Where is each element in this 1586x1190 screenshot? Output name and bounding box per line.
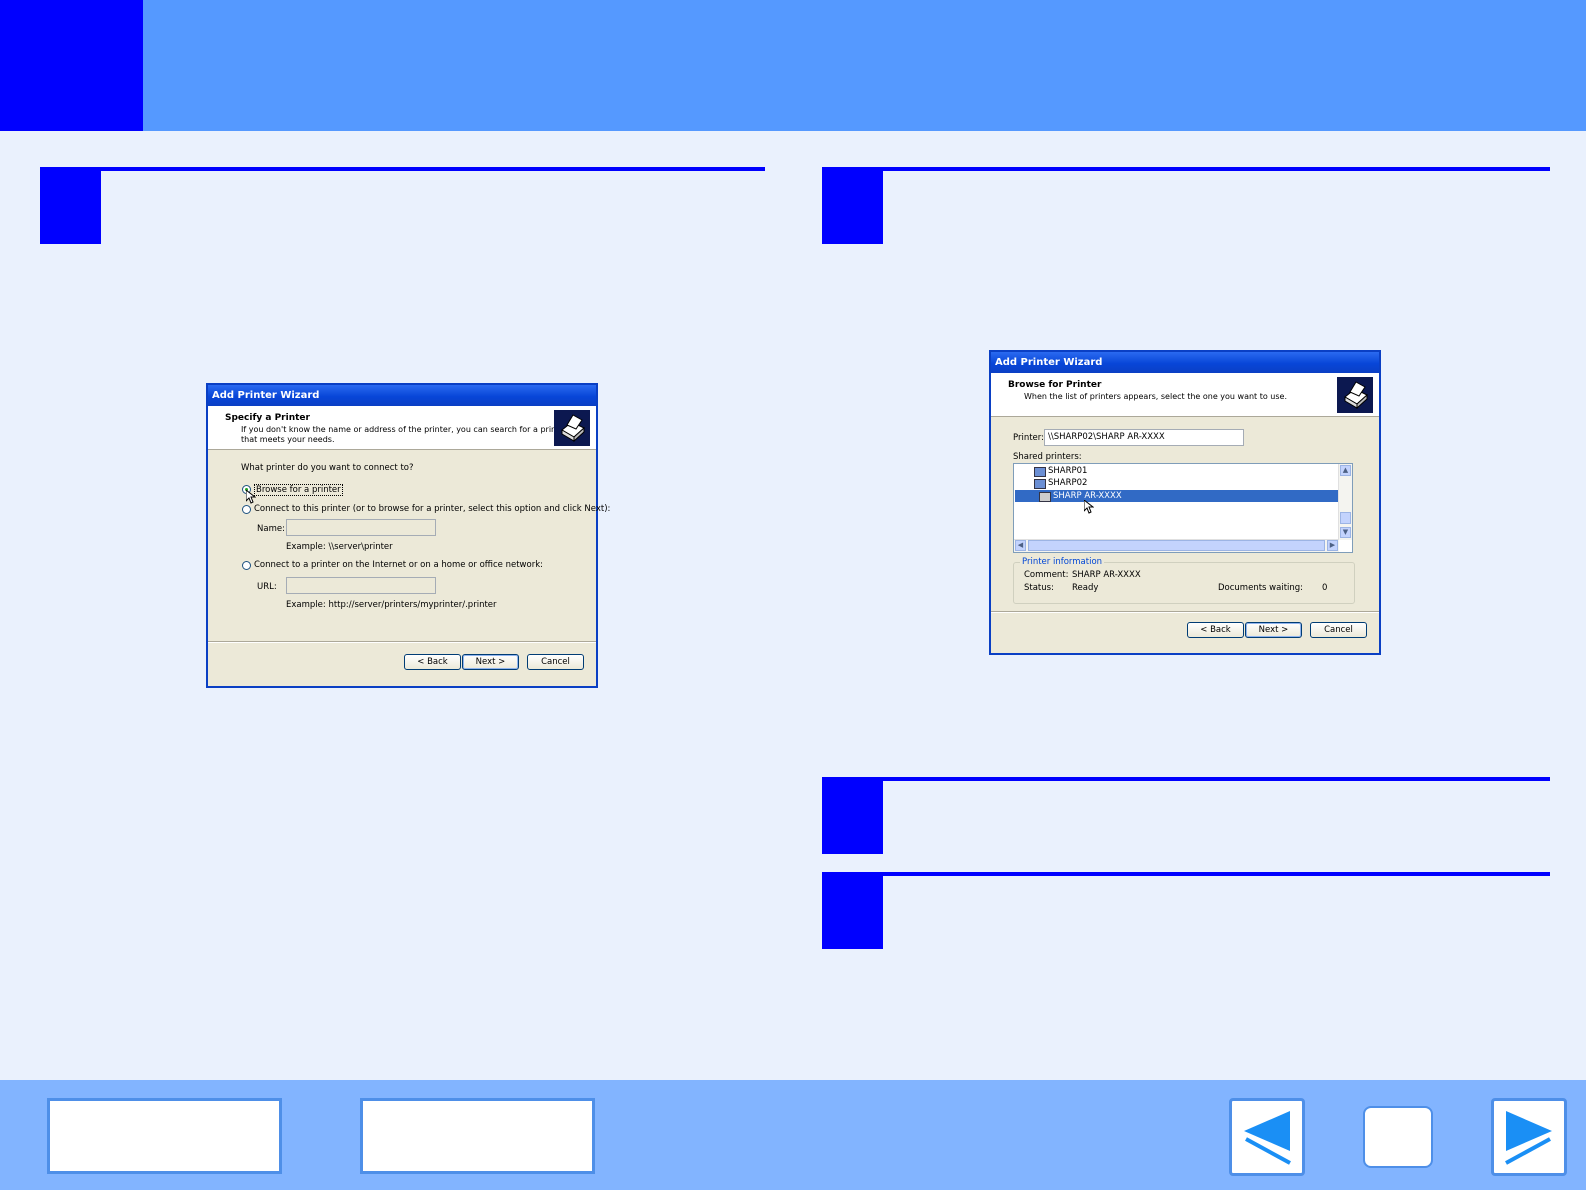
shared-printers-label: Shared printers: <box>1013 452 1082 462</box>
next-button[interactable]: Next > <box>462 654 519 670</box>
option-internet-label[interactable]: Connect to a printer on the Internet or … <box>254 560 543 570</box>
dialog-title: Add Printer Wizard <box>991 352 1379 373</box>
footer-separator <box>208 641 596 643</box>
tree-item-sharp02[interactable]: SHARP02 <box>1048 478 1087 488</box>
wizard-subtitle: When the list of printers appears, selec… <box>1024 392 1288 401</box>
wizard-header: Browse for Printer When the list of prin… <box>991 373 1379 417</box>
index-button[interactable] <box>360 1098 595 1174</box>
radio-internet[interactable] <box>242 561 251 570</box>
printer-icon <box>1337 377 1373 413</box>
comment-value: SHARP AR-XXXX <box>1072 570 1141 580</box>
cancel-button[interactable]: Cancel <box>1310 622 1367 638</box>
step-rule-3 <box>822 777 1550 781</box>
network-printer-icon <box>1034 467 1046 477</box>
question-label: What printer do you want to connect to? <box>241 463 414 473</box>
vertical-scrollbar[interactable]: ▲ ▼ <box>1338 464 1352 540</box>
name-example: Example: \\server\printer <box>286 542 393 552</box>
scroll-left-icon[interactable]: ◀ <box>1015 540 1026 551</box>
step-rule-2 <box>822 167 1550 171</box>
step-rule-1 <box>40 167 765 171</box>
tree-item-sharp01[interactable]: SHARP01 <box>1048 466 1087 476</box>
shared-printers-list[interactable]: SHARP01 SHARP02 SHARP AR-XXXX ▲ ▼ ◀ ▶ <box>1013 463 1353 553</box>
step-rule-4 <box>822 872 1550 876</box>
name-field[interactable] <box>286 519 436 536</box>
next-page-button[interactable] <box>1491 1098 1567 1176</box>
header-marker <box>0 0 143 131</box>
next-button[interactable]: Next > <box>1245 622 1302 638</box>
documents-waiting-value: 0 <box>1322 583 1328 593</box>
add-printer-wizard-specify: Add Printer Wizard Specify a Printer If … <box>206 383 610 688</box>
horizontal-scrollbar[interactable]: ◀ ▶ <box>1014 539 1339 552</box>
scroll-up-icon[interactable]: ▲ <box>1340 465 1351 476</box>
status-label: Status: <box>1024 583 1054 593</box>
url-label: URL: <box>257 582 277 592</box>
status-value: Ready <box>1072 583 1099 593</box>
footer-separator <box>991 611 1379 613</box>
wizard-heading: Specify a Printer <box>225 413 310 423</box>
step-marker-1 <box>40 169 101 244</box>
wizard-subtitle: If you don't know the name or address of… <box>241 425 568 444</box>
page-header <box>0 0 1586 131</box>
back-button[interactable]: < Back <box>1187 622 1244 638</box>
contents-button[interactable] <box>47 1098 282 1174</box>
add-printer-wizard-browse: Add Printer Wizard Browse for Printer Wh… <box>989 350 1381 655</box>
printer-path-field[interactable]: \\SHARP02\SHARP AR-XXXX <box>1044 429 1244 446</box>
step-marker-2 <box>822 169 883 244</box>
printer-icon <box>1039 492 1051 502</box>
dialog-title: Add Printer Wizard <box>208 385 596 406</box>
scroll-thumb[interactable] <box>1340 512 1351 524</box>
wizard-header: Specify a Printer If you don't know the … <box>208 406 596 450</box>
scroll-right-icon[interactable]: ▶ <box>1327 540 1338 551</box>
scroll-down-icon[interactable]: ▼ <box>1340 527 1351 538</box>
scroll-h-thumb[interactable] <box>1028 540 1325 551</box>
name-label: Name: <box>257 524 285 534</box>
option-connect-label[interactable]: Connect to this printer (or to browse fo… <box>254 504 610 514</box>
wizard-heading: Browse for Printer <box>1008 380 1102 390</box>
comment-label: Comment: <box>1024 570 1069 580</box>
left-arrow-icon <box>1244 1111 1291 1165</box>
printer-icon <box>554 410 590 446</box>
printer-label: Printer: <box>1013 433 1044 443</box>
printer-information-group: Printer information Comment: SHARP AR-XX… <box>1013 557 1355 604</box>
back-button[interactable]: < Back <box>404 654 461 670</box>
home-button[interactable] <box>1363 1106 1433 1168</box>
tree-item-selected-printer[interactable]: SHARP AR-XXXX <box>1015 490 1338 502</box>
step-marker-4 <box>822 874 883 949</box>
step-marker-3 <box>822 779 883 854</box>
printer-information-label: Printer information <box>1020 557 1105 567</box>
option-browse-label[interactable]: Browse for a printer <box>254 484 343 496</box>
right-arrow-icon <box>1505 1111 1552 1165</box>
cancel-button[interactable]: Cancel <box>527 654 584 670</box>
radio-connect[interactable] <box>242 505 251 514</box>
url-example: Example: http://server/printers/myprinte… <box>286 600 497 610</box>
previous-page-button[interactable] <box>1229 1098 1305 1176</box>
network-printer-icon <box>1034 479 1046 489</box>
mouse-cursor-icon <box>1083 498 1095 517</box>
url-field[interactable] <box>286 577 436 594</box>
documents-waiting-label: Documents waiting: <box>1218 583 1304 593</box>
